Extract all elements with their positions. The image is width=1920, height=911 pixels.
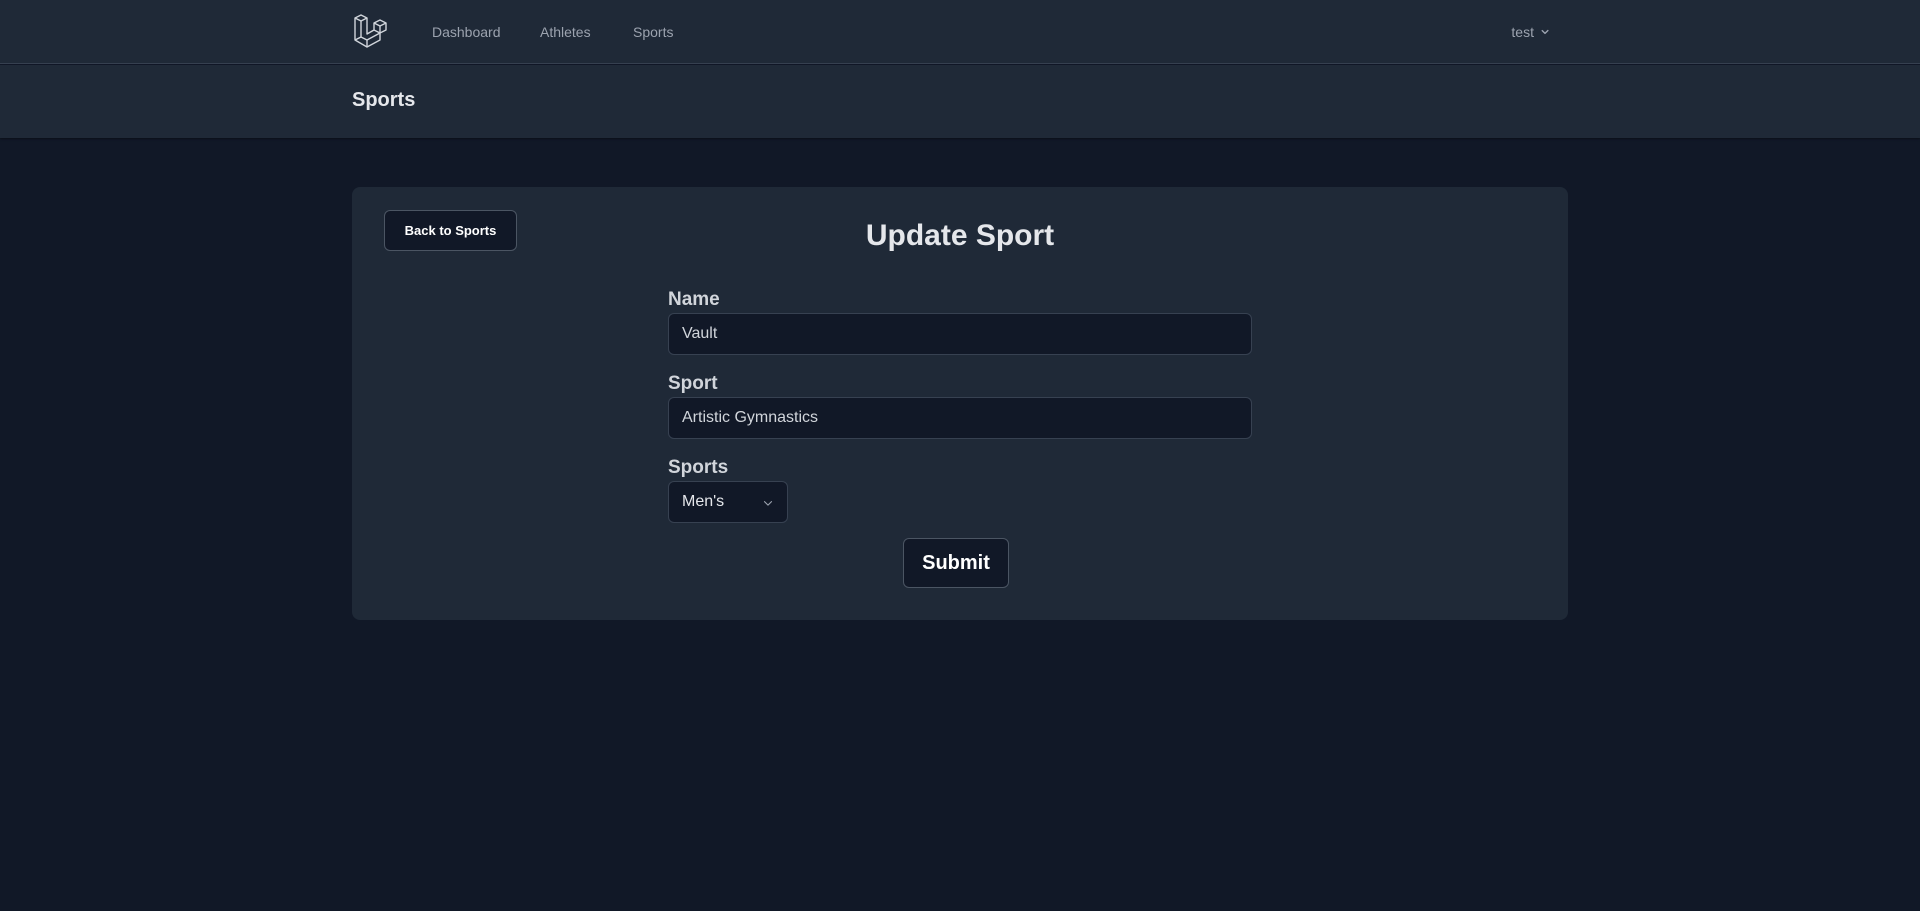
form-title: Update Sport [865,219,1055,252]
sports-select-value: Men's [682,493,725,510]
top-navigation: Dashboard Athletes Sports test [0,0,1920,64]
sports-field-group: Sports Men's [668,455,1252,523]
submit-button[interactable]: Submit [903,538,1009,588]
sport-field-group: Sport [668,371,1252,439]
sport-input[interactable] [668,397,1252,439]
update-sport-card: Back to Sports Update Sport Name Sport S… [352,187,1568,620]
nav-link-athletes[interactable]: Athletes [540,0,591,64]
user-menu-button[interactable]: test [1511,0,1552,64]
chevron-down-icon [1541,29,1549,35]
sports-label: Sports [668,457,729,478]
nav-link-sports[interactable]: Sports [633,0,673,64]
page-header: Sports [0,65,1920,138]
name-input[interactable] [668,313,1252,355]
name-label: Name [668,289,720,310]
page-title: Sports [352,89,416,111]
laravel-logo-icon[interactable] [352,13,390,49]
sport-label: Sport [668,373,718,394]
name-field-group: Name [668,287,1252,355]
chevron-down-icon [763,501,773,506]
update-sport-form: Name Sport Sports Men's [668,287,1252,539]
user-name: test [1511,24,1534,40]
nav-link-dashboard[interactable]: Dashboard [432,0,501,64]
sports-select[interactable]: Men's [668,481,788,523]
